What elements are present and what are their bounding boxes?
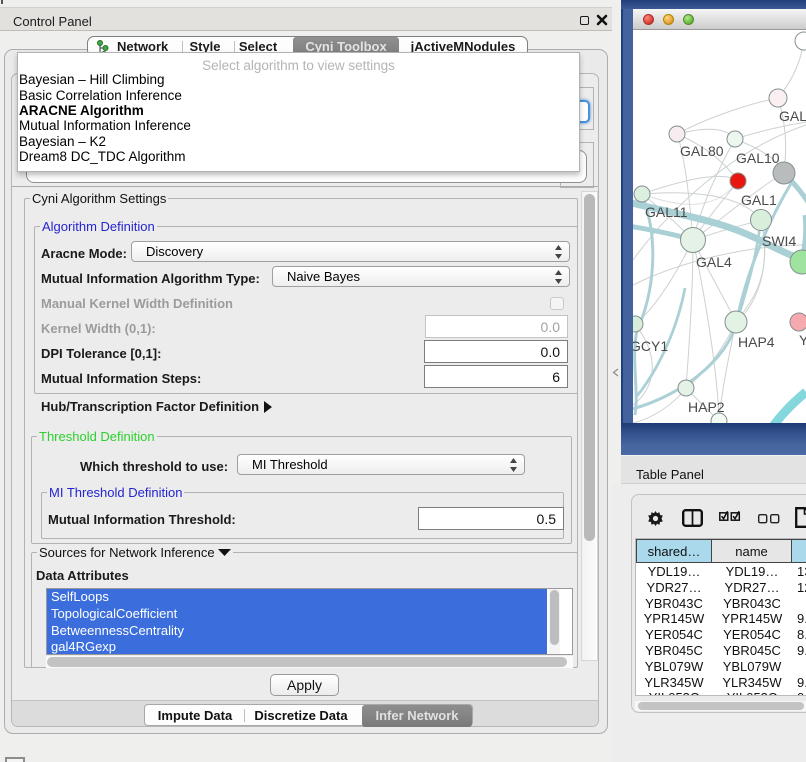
- svg-text:GAL8: GAL8: [779, 108, 806, 124]
- svg-text:GAL11: GAL11: [645, 204, 688, 220]
- svg-text:HAP2: HAP2: [688, 399, 725, 415]
- svg-text:GCY1: GCY1: [633, 338, 668, 354]
- svg-text:SWI4: SWI4: [762, 233, 796, 249]
- svg-text:GAL4: GAL4: [696, 254, 732, 270]
- svg-text:GAL80: GAL80: [680, 143, 724, 159]
- svg-text:GAL10: GAL10: [736, 150, 780, 166]
- svg-text:GAL1: GAL1: [741, 192, 777, 208]
- svg-text:HAP4: HAP4: [738, 334, 775, 350]
- svg-text:Y: Y: [799, 332, 806, 348]
